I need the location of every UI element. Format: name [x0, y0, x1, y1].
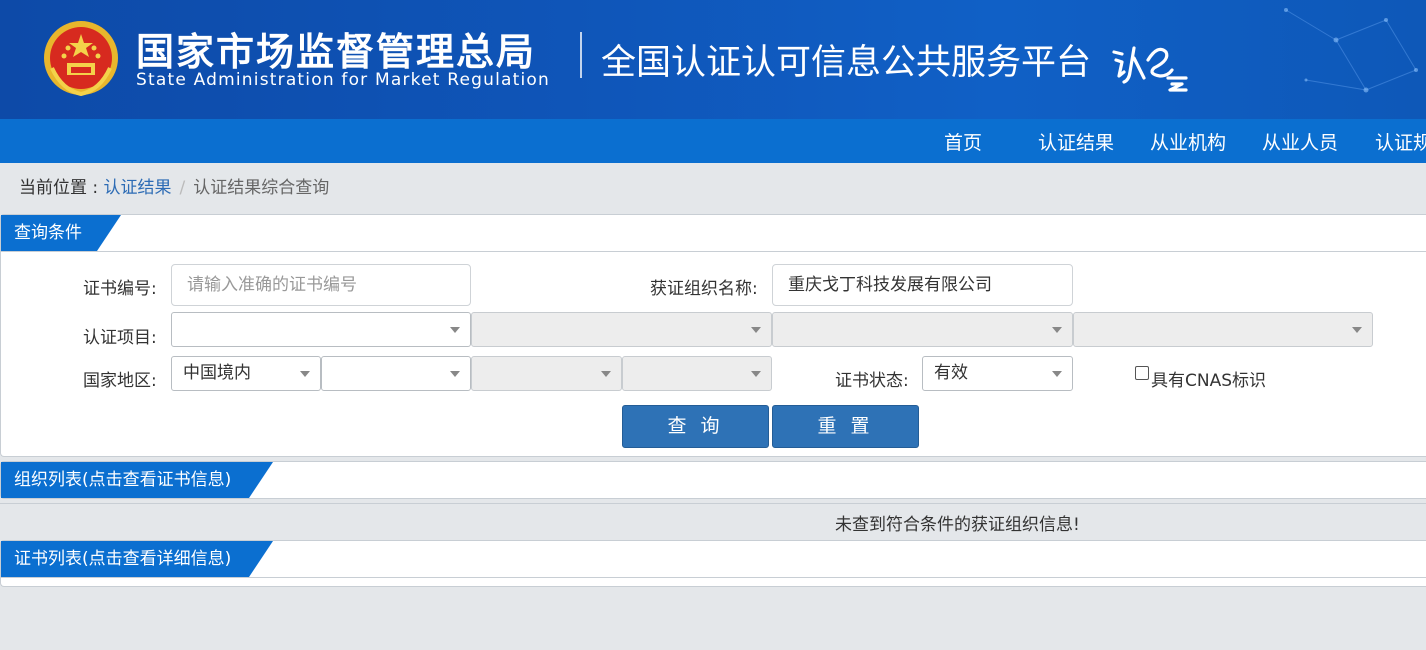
- header-divider: [580, 32, 582, 78]
- cert-list-header: 证书列表(点击查看详细信息): [1, 541, 1426, 578]
- region-select-2[interactable]: [321, 356, 471, 391]
- reset-button[interactable]: 重 置: [772, 405, 919, 448]
- cert-project-label: 认证项目:: [83, 328, 157, 348]
- nav-institutions[interactable]: 从业机构: [1150, 128, 1226, 155]
- nav-practitioners[interactable]: 从业人员: [1262, 128, 1338, 155]
- chevron-down-icon: [1052, 371, 1062, 377]
- cert-project-select-4[interactable]: [1073, 312, 1373, 347]
- chevron-down-icon: [1052, 327, 1062, 333]
- org-name-label: 获证组织名称:: [650, 279, 758, 299]
- region-label: 国家地区:: [83, 371, 157, 391]
- chevron-down-icon: [450, 327, 460, 333]
- query-panel-title: 查询条件: [1, 215, 121, 251]
- org-list-body: [0, 503, 1426, 540]
- breadcrumb: 当前位置 : 认证结果 / 认证结果综合查询: [19, 173, 329, 198]
- org-name-input[interactable]: 重庆戈丁科技发展有限公司: [772, 264, 1073, 306]
- search-button[interactable]: 查 询: [622, 405, 769, 448]
- agency-name-en: State Administration for Market Regulati…: [136, 70, 550, 90]
- breadcrumb-separator: /: [179, 178, 186, 198]
- query-panel-header: 查询条件: [1, 215, 1426, 252]
- cert-no-input[interactable]: 请输入准确的证书编号: [171, 264, 471, 306]
- region-select-1[interactable]: 中国境内: [171, 356, 321, 391]
- chevron-down-icon: [450, 371, 460, 377]
- org-list-panel: 组织列表(点击查看证书信息): [0, 461, 1426, 499]
- cnas-checkbox-label: 具有CNAS标识: [1151, 371, 1267, 391]
- chevron-down-icon: [751, 371, 761, 377]
- breadcrumb-prefix: 当前位置 :: [19, 178, 104, 198]
- chevron-down-icon: [751, 327, 761, 333]
- region-select-4[interactable]: [622, 356, 772, 391]
- org-list-title: 组织列表(点击查看证书信息): [1, 462, 273, 498]
- chevron-down-icon: [300, 371, 310, 377]
- nav-home[interactable]: 首页: [944, 128, 982, 155]
- breadcrumb-current: 认证结果综合查询: [193, 178, 330, 198]
- cert-list-panel: 证书列表(点击查看详细信息): [0, 540, 1426, 587]
- renzheng-cloud-logo: [1112, 46, 1188, 92]
- org-list-empty-message: 未查到符合条件的获证组织信息!: [835, 515, 1080, 535]
- cnas-checkbox[interactable]: [1135, 366, 1149, 380]
- nav-cert-rules[interactable]: 认证规: [1375, 128, 1426, 155]
- nav-cert-results[interactable]: 认证结果: [1038, 128, 1114, 155]
- header-banner: 国家市场监督管理总局 State Administration for Mark…: [0, 0, 1426, 119]
- main-nav: 首页 认证结果 从业机构 从业人员 认证规: [0, 119, 1426, 163]
- agency-name-cn: 国家市场监督管理总局: [136, 30, 537, 74]
- cert-status-select[interactable]: 有效: [922, 356, 1073, 391]
- platform-title: 全国认证认可信息公共服务平台: [601, 43, 1092, 83]
- cert-status-label: 证书状态:: [835, 371, 909, 391]
- cert-no-label: 证书编号:: [83, 279, 157, 299]
- chevron-down-icon: [601, 371, 611, 377]
- cert-project-select-2[interactable]: [471, 312, 772, 347]
- cert-list-title: 证书列表(点击查看详细信息): [1, 541, 273, 577]
- cert-project-select-1[interactable]: [171, 312, 471, 347]
- national-emblem-icon: [44, 21, 118, 97]
- decorative-network-graphic: [1284, 8, 1418, 93]
- region-select-3[interactable]: [471, 356, 622, 391]
- chevron-down-icon: [1352, 327, 1362, 333]
- breadcrumb-link-cert-results[interactable]: 认证结果: [104, 178, 172, 198]
- org-list-header: 组织列表(点击查看证书信息): [1, 462, 1426, 499]
- cert-project-select-3[interactable]: [772, 312, 1073, 347]
